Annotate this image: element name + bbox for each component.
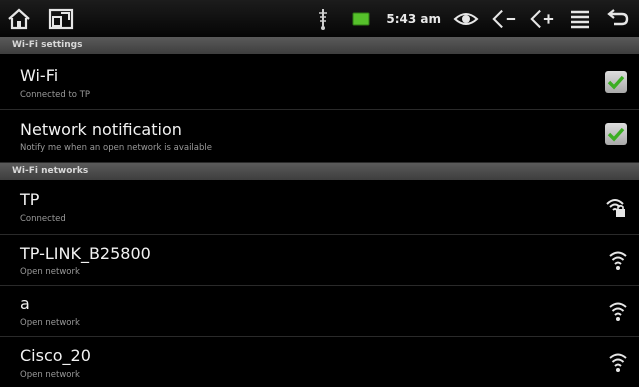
network-notification-title: Network notification	[20, 120, 182, 139]
network-row[interactable]: TP-LINK_B25800 Open network	[0, 235, 639, 286]
network-notification-row[interactable]: Network notification Notify me when an o…	[0, 110, 639, 163]
wifi-summary: Connected to TP	[20, 90, 91, 100]
network-ssid: TP	[20, 190, 40, 209]
wifi-title: Wi-Fi	[20, 66, 59, 85]
network-ssid: TP-LINK_B25800	[20, 244, 151, 263]
checkmark-icon	[607, 127, 625, 142]
wifi-toggle-row[interactable]: Wi-Fi Connected to TP	[0, 54, 639, 110]
eye-icon[interactable]	[453, 6, 479, 32]
wifi-locked-icon	[605, 196, 627, 218]
wifi-signal-icon	[609, 249, 627, 271]
clock: 5:43 am	[386, 11, 441, 26]
wifi-settings-header: Wi-Fi settings	[0, 37, 639, 54]
network-ssid: a	[20, 294, 30, 313]
status-bar: 5:43 am	[0, 0, 639, 37]
volume-down-icon[interactable]	[491, 6, 517, 32]
menu-icon[interactable]	[567, 6, 593, 32]
checkmark-icon	[607, 75, 625, 90]
network-row[interactable]: TP Connected	[0, 180, 639, 235]
back-icon[interactable]	[605, 6, 631, 32]
network-notification-checkbox[interactable]	[605, 123, 627, 145]
wifi-networks-header: Wi-Fi networks	[0, 163, 639, 180]
home-icon[interactable]	[6, 6, 32, 32]
network-row[interactable]: a Open network	[0, 286, 639, 337]
usb-icon	[310, 6, 336, 32]
network-status: Connected	[20, 214, 66, 224]
network-ssid: Cisco_20	[20, 346, 91, 365]
recent-apps-icon[interactable]	[48, 6, 74, 32]
network-status: Open network	[20, 318, 80, 328]
network-status: Open network	[20, 267, 80, 277]
wifi-signal-icon	[609, 351, 627, 373]
volume-up-icon[interactable]	[529, 6, 555, 32]
wifi-checkbox[interactable]	[605, 71, 627, 93]
network-status: Open network	[20, 370, 80, 380]
wifi-signal-icon	[609, 300, 627, 322]
network-row[interactable]: Cisco_20 Open network	[0, 337, 639, 387]
network-notification-summary: Notify me when an open network is availa…	[20, 143, 212, 153]
battery-icon	[348, 6, 374, 32]
